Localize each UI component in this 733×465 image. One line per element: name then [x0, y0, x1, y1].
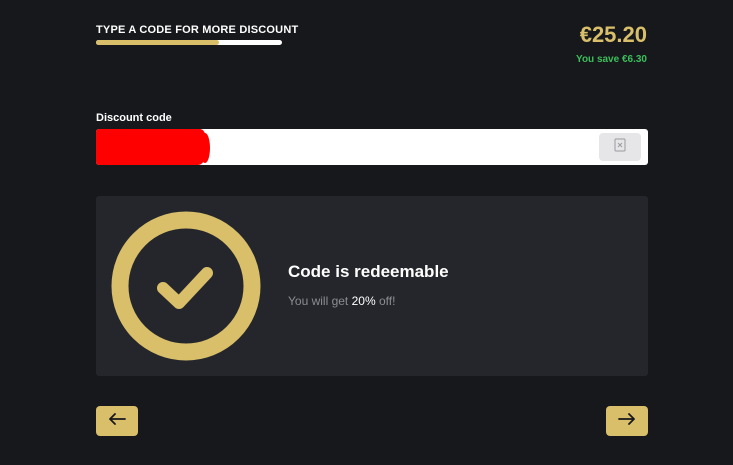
- next-button[interactable]: [606, 406, 648, 436]
- result-text-prefix: You will get: [288, 294, 352, 308]
- result-description: You will get 20% off!: [288, 294, 395, 308]
- code-result-card: Code is redeemable You will get 20% off!: [96, 196, 648, 376]
- discount-code-label: Discount code: [96, 112, 172, 124]
- result-text-suffix: off!: [375, 294, 396, 308]
- clear-icon: [614, 138, 626, 157]
- back-button[interactable]: [96, 406, 138, 436]
- discount-step-page: TYPE A CODE FOR MORE DISCOUNT €25.20 You…: [0, 0, 733, 465]
- discount-code-value: [96, 129, 210, 165]
- discount-headline: TYPE A CODE FOR MORE DISCOUNT: [96, 24, 299, 36]
- arrow-left-icon: [108, 412, 126, 430]
- discount-percent: 20%: [351, 294, 376, 308]
- total-price: €25.20: [579, 22, 647, 47]
- savings-text: You save €6.30: [576, 54, 647, 65]
- discount-progress-bar: [96, 40, 282, 45]
- arrow-right-icon: [618, 412, 636, 430]
- clear-code-button[interactable]: [599, 133, 641, 161]
- discount-progress-fill: [96, 40, 219, 45]
- checkmark-icon: [111, 211, 261, 361]
- result-title: Code is redeemable: [288, 262, 449, 281]
- discount-code-input[interactable]: [96, 129, 648, 165]
